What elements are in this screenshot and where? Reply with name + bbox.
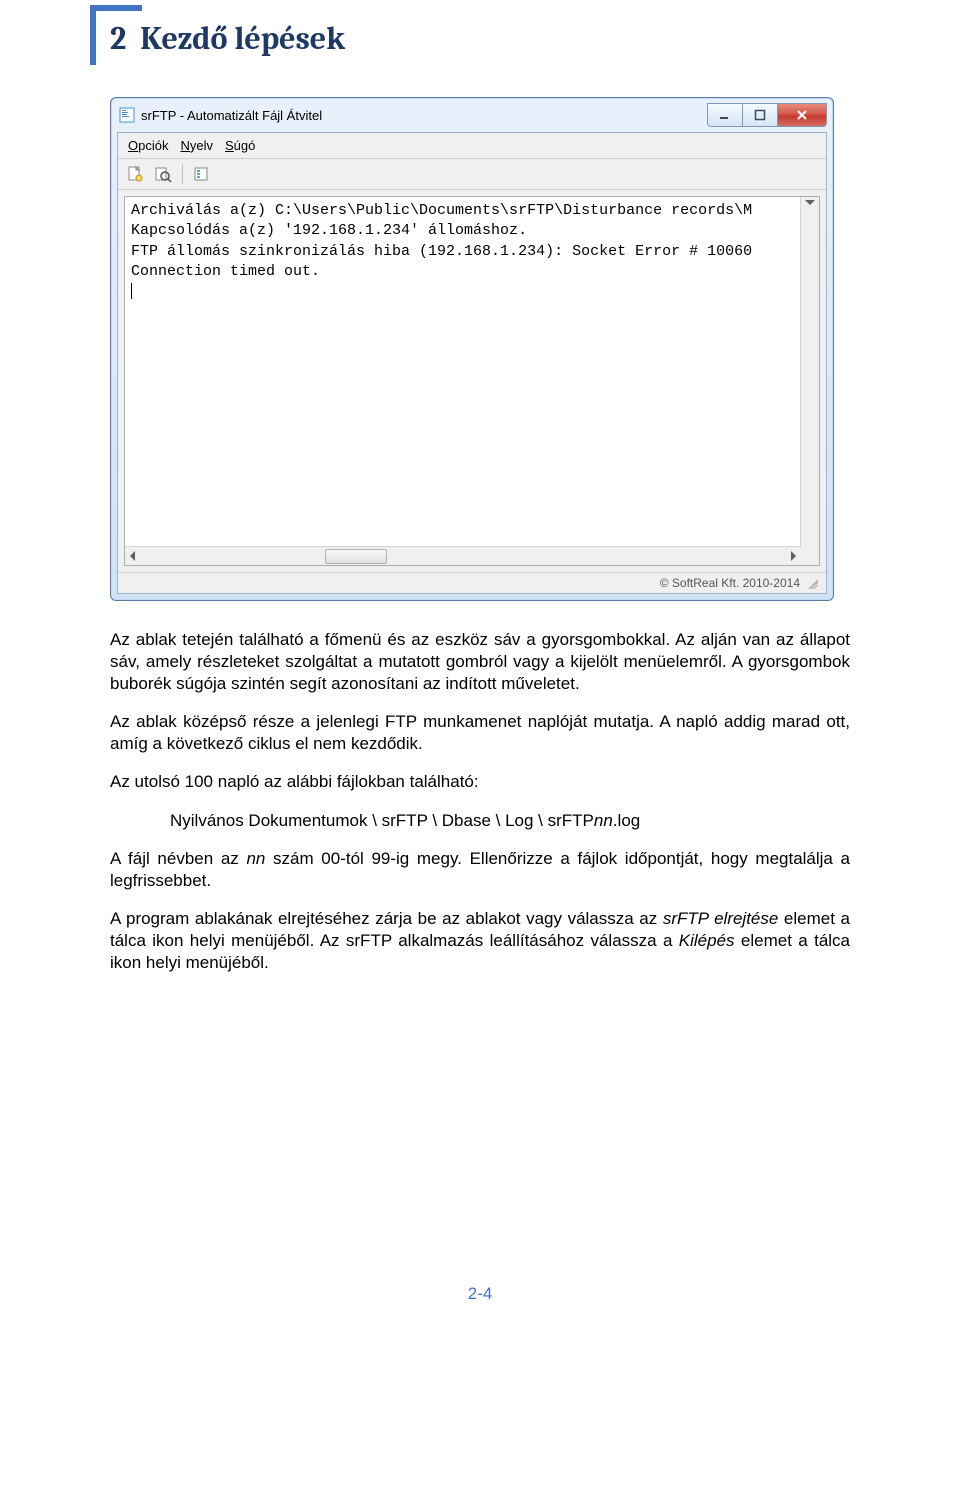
toolbar (118, 159, 826, 190)
status-text: © SoftReal Kft. 2010-2014 (660, 576, 800, 590)
scroll-corner (801, 547, 819, 565)
toolbar-find-icon[interactable] (152, 163, 174, 185)
statusbar: © SoftReal Kft. 2010-2014 (118, 572, 826, 593)
log-line: Kapcsolódás a(z) '192.168.1.234' állomás… (131, 222, 527, 239)
scroll-right-arrow-icon[interactable] (791, 551, 796, 561)
paragraph: A fájl névben az nn szám 00-tól 99-ig me… (110, 848, 850, 892)
scroll-thumb[interactable] (325, 549, 387, 564)
window-title: srFTP - Automatizált Fájl Átvitel (141, 108, 707, 123)
minimize-button[interactable] (707, 103, 742, 127)
menubar: Opciók Nyelv Súgó (118, 133, 826, 159)
menu-options[interactable]: Opciók (124, 136, 172, 155)
log-line: FTP állomás szinkronizálás hiba (192.168… (131, 243, 752, 260)
menu-language[interactable]: Nyelv (176, 136, 217, 155)
paragraph: Az ablak tetején található a főmenü és a… (110, 629, 850, 695)
toolbar-separator (182, 164, 183, 184)
scroll-up-arrow-icon[interactable] (805, 200, 815, 205)
paragraph: A program ablakának elrejtéséhez zárja b… (110, 908, 850, 974)
file-path: Nyilvános Dokumentumok \ srFTP \ Dbase \… (170, 810, 850, 832)
paragraph: Az ablak középső része a jelenlegi FTP m… (110, 711, 850, 755)
horizontal-scrollbar[interactable] (125, 546, 801, 565)
toolbar-new-icon[interactable] (124, 163, 146, 185)
app-window: srFTP - Automatizált Fájl Átvitel Opciók… (110, 97, 834, 601)
section-header: 2 Kezdő lépések (110, 20, 850, 57)
resize-grip-icon[interactable] (806, 577, 818, 589)
section-title: Kezdő lépések (140, 20, 345, 57)
scroll-left-arrow-icon[interactable] (130, 551, 135, 561)
log-line: Archiválás a(z) C:\Users\Public\Document… (131, 202, 752, 219)
menu-help[interactable]: Súgó (221, 136, 259, 155)
close-button[interactable] (778, 103, 827, 127)
vertical-scrollbar[interactable] (800, 197, 819, 547)
maximize-button[interactable] (742, 103, 778, 127)
paragraph: Az utolsó 100 napló az alábbi fájlokban … (110, 771, 850, 793)
page-number: 2-4 (110, 1284, 850, 1304)
app-icon (119, 107, 135, 123)
log-line: Connection timed out. (131, 263, 320, 280)
titlebar: srFTP - Automatizált Fájl Átvitel (111, 98, 833, 132)
log-textarea[interactable]: Archiválás a(z) C:\Users\Public\Document… (124, 196, 820, 566)
section-number: 2 (110, 20, 126, 57)
text-cursor (131, 283, 132, 299)
toolbar-settings-icon[interactable] (191, 163, 213, 185)
